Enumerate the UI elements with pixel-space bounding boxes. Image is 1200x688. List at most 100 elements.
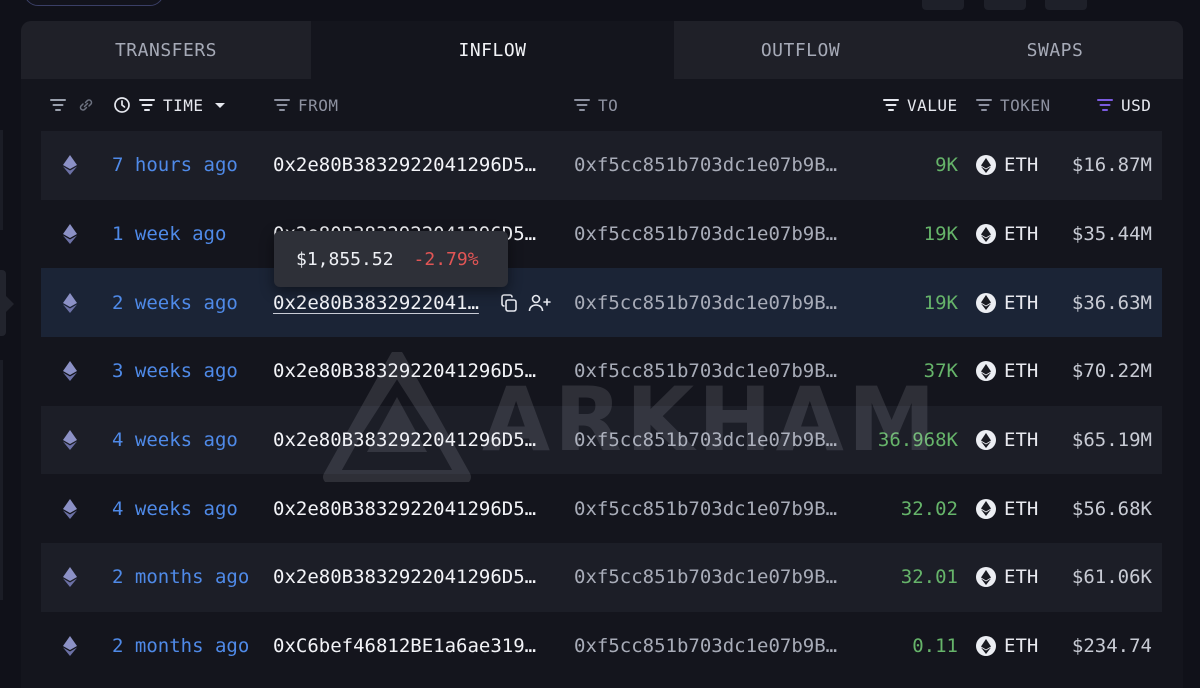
- from-address[interactable]: 0x2e80B3832922041296D5…: [273, 474, 536, 543]
- filter-icon[interactable]: [138, 96, 156, 114]
- usd-amount: $70.22M: [1071, 360, 1152, 383]
- header-token-label: TOKEN: [1000, 95, 1051, 115]
- filter-icon[interactable]: [975, 96, 993, 114]
- from-address[interactable]: 0x2e80B3832922041296D5…: [273, 406, 536, 475]
- tab-swaps[interactable]: SWAPS: [927, 21, 1183, 79]
- token-symbol: ETH: [1004, 360, 1039, 383]
- tab-transfers[interactable]: TRANSFERS: [21, 21, 311, 79]
- token-cell[interactable]: ETH: [976, 268, 1038, 337]
- from-address[interactable]: 0x2e80B3832922041296D5…: [273, 337, 536, 406]
- token-cell[interactable]: ETH: [976, 474, 1038, 543]
- filter-icon[interactable]: [573, 96, 591, 114]
- clock-icon: [113, 96, 131, 114]
- ethereum-chain-icon: [63, 337, 79, 406]
- token-cell[interactable]: ETH: [976, 200, 1038, 269]
- eth-token-icon: [976, 567, 996, 588]
- time-link[interactable]: 2 months ago: [112, 543, 249, 612]
- header-time[interactable]: TIME: [113, 79, 229, 131]
- token-symbol: ETH: [1004, 154, 1039, 177]
- header-from[interactable]: FROM: [273, 79, 339, 131]
- time-link[interactable]: 4 weeks ago: [112, 474, 238, 543]
- token-symbol: ETH: [1004, 635, 1039, 658]
- top-action-button[interactable]: [1045, 0, 1087, 10]
- header-to[interactable]: TO: [573, 79, 618, 131]
- to-address[interactable]: 0xf5cc851b703dc1e07b9B…: [574, 337, 837, 406]
- header-value[interactable]: VALUE: [882, 79, 958, 131]
- header-left-controls: [49, 79, 95, 131]
- table-row[interactable]: 4 weeks ago 0x2e80B3832922041296D5… 0xf5…: [41, 405, 1162, 475]
- time-link[interactable]: 4 weeks ago: [112, 406, 238, 475]
- token-cell[interactable]: ETH: [976, 543, 1038, 612]
- time-link[interactable]: 3 weeks ago: [112, 337, 238, 406]
- add-user-icon[interactable]: [528, 293, 552, 313]
- to-address[interactable]: 0xf5cc851b703dc1e07b9B…: [574, 131, 837, 200]
- time-link[interactable]: 2 months ago: [112, 612, 249, 681]
- side-panel-toggle[interactable]: [0, 270, 14, 336]
- time-link[interactable]: 7 hours ago: [112, 131, 238, 200]
- filter-icon[interactable]: [1096, 96, 1114, 114]
- table-row[interactable]: 3 weeks ago 0x2e80B3832922041296D5… 0xf5…: [41, 337, 1162, 406]
- eth-token-icon: [976, 498, 996, 519]
- table-row[interactable]: 2 months ago 0xC6bef46812BE1a6ae319… 0xf…: [41, 612, 1162, 681]
- tab-bar: TRANSFERS INFLOW OUTFLOW SWAPS: [21, 21, 1183, 79]
- usd-amount: $61.06K: [1071, 566, 1152, 589]
- value-amount: 36.968K: [877, 429, 958, 452]
- usd-amount: $56.68K: [1071, 497, 1152, 520]
- token-symbol: ETH: [1004, 223, 1039, 246]
- value-amount: 9K: [935, 154, 958, 177]
- value-amount: 0.11: [912, 635, 958, 658]
- filter-icon[interactable]: [882, 96, 900, 114]
- link-icon[interactable]: [77, 96, 95, 114]
- eth-token-icon: [976, 430, 996, 451]
- token-symbol: ETH: [1004, 291, 1039, 314]
- top-search-pill[interactable]: [24, 0, 164, 6]
- sort-down-icon[interactable]: [211, 96, 229, 114]
- token-cell[interactable]: ETH: [976, 131, 1038, 200]
- filter-icon[interactable]: [49, 96, 67, 114]
- to-address[interactable]: 0xf5cc851b703dc1e07b9B…: [574, 200, 837, 269]
- table-row[interactable]: 1 week ago 0x2e80B3832922041296D5… 0xf5c…: [41, 200, 1162, 269]
- eth-token-icon: [976, 224, 996, 245]
- header-token[interactable]: TOKEN: [975, 79, 1051, 131]
- to-address[interactable]: 0xf5cc851b703dc1e07b9B…: [574, 474, 837, 543]
- to-address[interactable]: 0xf5cc851b703dc1e07b9B…: [574, 543, 837, 612]
- header-usd-label: USD: [1121, 95, 1152, 115]
- token-cell[interactable]: ETH: [976, 406, 1038, 475]
- token-cell[interactable]: ETH: [976, 612, 1038, 681]
- time-link[interactable]: 2 weeks ago: [112, 268, 238, 337]
- time-link[interactable]: 1 week ago: [112, 200, 226, 269]
- table-row-hovered[interactable]: 2 weeks ago 0x2e80B3832922041… 0xf5cc851…: [41, 268, 1162, 338]
- header-usd[interactable]: USD: [1096, 79, 1151, 131]
- usd-amount: $36.63M: [1071, 291, 1152, 314]
- token-cell[interactable]: ETH: [976, 337, 1038, 406]
- value-amount: 19K: [923, 291, 958, 314]
- header-value-label: VALUE: [907, 95, 958, 115]
- value-amount: 37K: [923, 360, 958, 383]
- to-address[interactable]: 0xf5cc851b703dc1e07b9B…: [574, 268, 837, 337]
- transfers-panel: TRANSFERS INFLOW OUTFLOW SWAPS TIME FROM…: [21, 21, 1183, 688]
- from-address[interactable]: 0x2e80B3832922041296D5…: [273, 543, 536, 612]
- tab-inflow[interactable]: INFLOW: [311, 21, 674, 79]
- table-row[interactable]: 7 hours ago 0x2e80B3832922041296D5… 0xf5…: [41, 131, 1162, 200]
- ethereum-chain-icon: [63, 131, 79, 200]
- to-address[interactable]: 0xf5cc851b703dc1e07b9B…: [574, 612, 837, 681]
- ethereum-chain-icon: [63, 406, 79, 475]
- from-address[interactable]: 0x2e80B3832922041296D5…: [273, 131, 536, 200]
- copy-icon[interactable]: [499, 293, 519, 313]
- from-address[interactable]: 0xC6bef46812BE1a6ae319…: [273, 612, 536, 681]
- usd-amount: $234.74: [1071, 635, 1152, 658]
- tab-outflow[interactable]: OUTFLOW: [674, 21, 927, 79]
- transfer-table-body: 7 hours ago 0x2e80B3832922041296D5… 0xf5…: [41, 131, 1162, 681]
- value-amount: 32.02: [900, 497, 958, 520]
- top-action-button[interactable]: [922, 0, 964, 10]
- table-row[interactable]: 4 weeks ago 0x2e80B3832922041296D5… 0xf5…: [41, 474, 1162, 543]
- ethereum-chain-icon: [63, 612, 79, 681]
- token-symbol: ETH: [1004, 566, 1039, 589]
- filter-icon[interactable]: [273, 96, 291, 114]
- header-from-label: FROM: [298, 95, 339, 115]
- top-action-button[interactable]: [984, 0, 1026, 10]
- header-time-label: TIME: [163, 95, 204, 115]
- to-address[interactable]: 0xf5cc851b703dc1e07b9B…: [574, 406, 837, 475]
- table-row[interactable]: 2 months ago 0x2e80B3832922041296D5… 0xf…: [41, 543, 1162, 612]
- token-symbol: ETH: [1004, 429, 1039, 452]
